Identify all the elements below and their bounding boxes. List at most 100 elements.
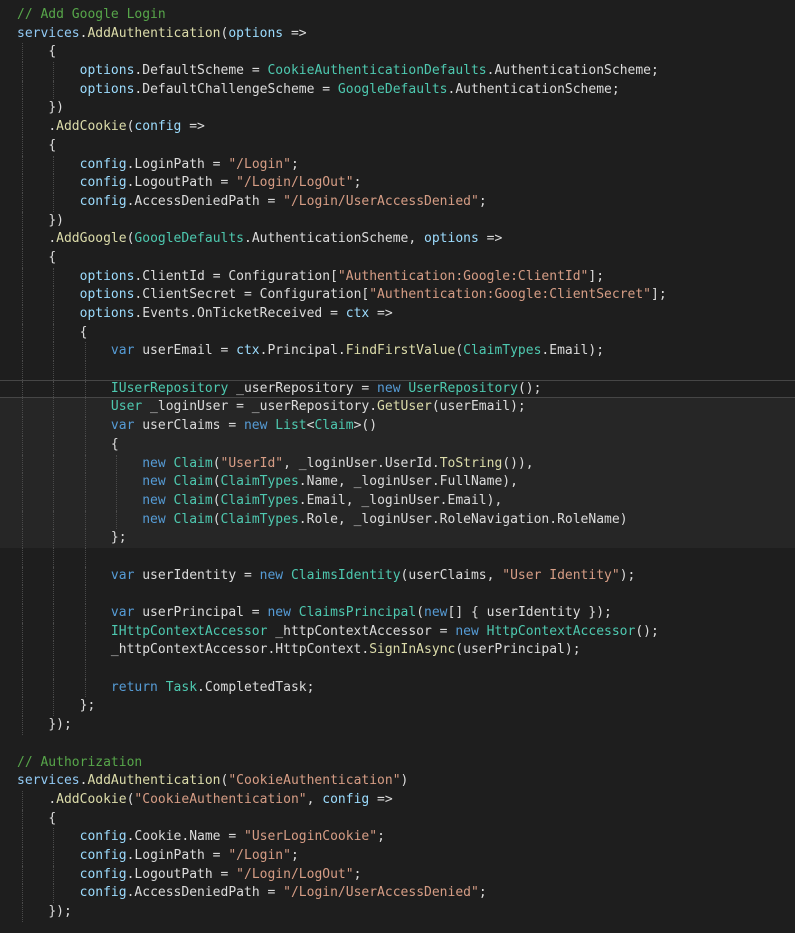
code-line[interactable]: _httpContextAccessor.HttpContext.SignInA…: [0, 641, 795, 661]
code-line[interactable]: new Claim(ClaimTypes.Name, _loginUser.Fu…: [0, 473, 795, 492]
code-line[interactable]: new Claim("UserId", _loginUser.UserId.To…: [0, 454, 795, 474]
indent-guide: [53, 435, 55, 455]
code-line[interactable]: new Claim(ClaimTypes.Email, _loginUser.E…: [0, 491, 795, 511]
code-line[interactable]: services.AddAuthentication(options =>: [0, 25, 795, 44]
code-line[interactable]: config.LogoutPath = "/Login/LogOut";: [0, 865, 795, 885]
code-line[interactable]: {: [0, 136, 795, 156]
code-line[interactable]: options.DefaultChallengeScheme = GoogleD…: [0, 80, 795, 100]
code-line[interactable]: [0, 660, 795, 679]
indent-guide: [22, 80, 23, 100]
code-token-plain: ;: [478, 885, 487, 901]
code-line[interactable]: options.ClientSecret = Configuration["Au…: [0, 286, 795, 305]
indent-guide: [84, 529, 86, 548]
code-token-keyword: new: [424, 605, 448, 620]
code-line[interactable]: [0, 361, 795, 380]
indent-guide: [22, 884, 23, 903]
indentation: [17, 399, 111, 414]
code-line[interactable]: }): [0, 211, 795, 231]
code-line[interactable]: });: [0, 903, 795, 922]
code-line[interactable]: };: [0, 529, 795, 548]
code-line[interactable]: config.AccessDeniedPath = "/Login/UserAc…: [0, 884, 795, 903]
indentation: [17, 680, 111, 695]
code-editor[interactable]: // Add Google Login services.AddAuthentic…: [0, 0, 795, 933]
code-line[interactable]: services.AddAuthentication("CookieAuthen…: [0, 772, 795, 791]
indentation: [17, 530, 111, 545]
code-token-param: config: [79, 193, 127, 209]
code-line[interactable]: [0, 547, 795, 567]
code-line[interactable]: IUserRepository _userRepository = new Us…: [0, 379, 795, 399]
code-token-keyword: var: [110, 605, 135, 620]
code-line[interactable]: options.DefaultScheme = CookieAuthentica…: [0, 62, 795, 81]
code-token-param: ctx: [236, 343, 260, 359]
code-line[interactable]: options.ClientId = Configuration["Authen…: [0, 267, 795, 287]
code-line[interactable]: config.AccessDeniedPath = "/Login/UserAc…: [0, 192, 795, 212]
code-line[interactable]: new Claim(ClaimTypes.Role, _loginUser.Ro…: [0, 510, 795, 530]
code-line[interactable]: .AddGoogle(GoogleDefaults.Authentication…: [0, 230, 795, 249]
code-token-type: UserRepository: [408, 380, 518, 396]
code-token-keyword: new: [142, 511, 166, 527]
indent-guide: [53, 678, 55, 698]
code-token-param: options: [424, 231, 479, 247]
indent-guide: [53, 342, 55, 362]
code-line[interactable]: });: [0, 716, 795, 735]
code-token-param: ctx: [345, 306, 370, 321]
code-token-plain: userIdentity =: [134, 567, 260, 583]
indent-guide: [22, 604, 23, 623]
indent-guide: [84, 491, 86, 511]
code-line[interactable]: User _loginUser = _userRepository.GetUse…: [0, 398, 795, 418]
code-token-param: config: [79, 156, 127, 172]
code-line[interactable]: {: [0, 248, 795, 268]
indentation: [17, 437, 111, 452]
code-token-method: AddCookie: [56, 119, 127, 135]
code-line[interactable]: return Task.CompletedTask;: [0, 678, 795, 698]
code-line[interactable]: config.LoginPath = "/Login";: [0, 155, 795, 175]
code-token-type: ClaimTypes: [220, 511, 299, 527]
code-lines[interactable]: // Add Google Login services.AddAuthentic…: [0, 6, 795, 922]
code-line[interactable]: [0, 585, 795, 604]
indent-guide: [22, 903, 23, 922]
code-line[interactable]: .AddCookie(config =>: [0, 118, 795, 137]
code-line[interactable]: var userIdentity = new ClaimsIdentity(us…: [0, 566, 795, 586]
code-line[interactable]: config.LogoutPath = "/Login/LogOut";: [0, 174, 795, 193]
indent-guide: [22, 566, 23, 586]
indent-guide: [22, 118, 23, 137]
indentation: [17, 269, 80, 284]
indent-guide: [22, 267, 23, 287]
code-line[interactable]: {: [0, 809, 795, 829]
code-token-param: config: [79, 829, 127, 845]
code-token-plain: [] { userIdentity });: [447, 605, 612, 620]
indentation: [17, 493, 142, 508]
code-line[interactable]: }): [0, 99, 795, 119]
code-line[interactable]: var userPrincipal = new ClaimsPrincipal(…: [0, 604, 795, 623]
indent-guide: [53, 361, 55, 380]
code-line[interactable]: [0, 735, 795, 754]
code-line[interactable]: {: [0, 43, 795, 63]
indent-guide: [84, 342, 86, 362]
indent-guide: [22, 622, 23, 642]
code-token-plain: }): [48, 100, 64, 116]
code-token-type: HttpContextAccessor: [486, 623, 636, 639]
code-token-type: ClaimTypes: [220, 474, 299, 490]
code-line[interactable]: {: [0, 323, 795, 343]
code-token-type: User: [110, 399, 143, 415]
code-line[interactable]: var userEmail = ctx.Principal.FindFirstV…: [0, 342, 795, 362]
code-line[interactable]: {: [0, 435, 795, 455]
code-token-method: AddGoogle: [56, 231, 127, 247]
code-token-plain: (userPrincipal);: [455, 642, 581, 658]
code-line[interactable]: config.LoginPath = "/Login";: [0, 846, 795, 866]
code-line[interactable]: };: [0, 697, 795, 717]
code-line[interactable]: // Authorization: [0, 754, 795, 773]
code-token-plain: userPrincipal =: [134, 605, 268, 620]
code-token-plain: ()),: [502, 455, 534, 471]
indent-guide: [22, 828, 23, 847]
code-line[interactable]: options.Events.OnTicketReceived = ctx =>: [0, 305, 795, 324]
code-line[interactable]: .AddCookie("CookieAuthentication", confi…: [0, 790, 795, 810]
code-line[interactable]: var userClaims = new List<Claim>(): [0, 417, 795, 436]
code-token-type: GoogleDefaults: [337, 81, 448, 97]
indent-guide: [115, 510, 117, 530]
code-line[interactable]: IHttpContextAccessor _httpContextAccesso…: [0, 622, 795, 642]
code-token-type: IHttpContextAccessor: [110, 623, 268, 639]
code-line[interactable]: config.Cookie.Name = "UserLoginCookie";: [0, 828, 795, 847]
code-line[interactable]: // Add Google Login: [0, 6, 795, 25]
